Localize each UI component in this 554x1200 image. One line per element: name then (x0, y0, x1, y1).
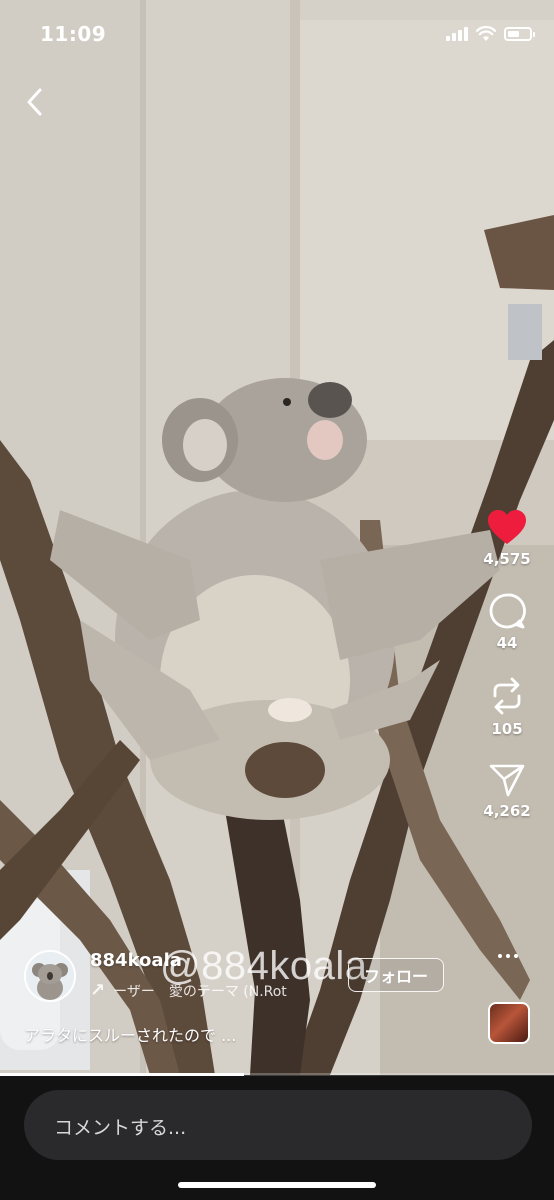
comment-button[interactable]: 44 (488, 592, 526, 652)
more-dot-icon (514, 954, 518, 958)
chevron-left-icon (27, 88, 42, 116)
comment-placeholder: コメントする... (54, 1117, 187, 1139)
status-icons (446, 24, 535, 44)
repost-icon (493, 677, 521, 715)
photo-scene (0, 0, 554, 1075)
back-button[interactable] (20, 84, 52, 120)
home-indicator (178, 1182, 376, 1188)
audio-track[interactable]: ↗ ーザー 愛のテーマ (N.Rot (90, 980, 340, 1001)
battery-level (508, 31, 519, 37)
arrow-up-right-icon: ↗ (90, 980, 106, 1001)
paper-plane-icon (489, 764, 525, 797)
status-bar: 11:09 (0, 0, 554, 64)
repost-button[interactable]: 105 (488, 676, 526, 738)
audio-thumbnail[interactable] (488, 1002, 530, 1044)
koala-photo[interactable] (0, 0, 554, 1075)
wifi-icon (476, 26, 496, 41)
comment-count: 44 (496, 634, 518, 652)
heart-icon (487, 510, 526, 544)
koala-avatar-icon (26, 952, 74, 1000)
username[interactable]: 884koala (90, 950, 182, 971)
comment-bubble-icon (489, 593, 526, 629)
status-time: 11:09 (40, 22, 107, 46)
battery-icon (504, 27, 535, 41)
comment-input[interactable]: コメントする... (24, 1090, 532, 1160)
caption[interactable]: アラタにスルーされたので ... (24, 1022, 236, 1046)
share-count: 4,262 (483, 802, 531, 820)
bottom-bar: コメントする... (0, 1076, 554, 1200)
audio-title: ーザー 愛のテーマ (N.Rot (113, 983, 287, 1000)
like-count: 4,575 (483, 550, 531, 568)
repost-count: 105 (491, 720, 523, 738)
avatar[interactable] (24, 950, 76, 1002)
action-rail: 4,575 44 105 4,262 (472, 510, 542, 820)
follow-button[interactable]: フォロー (348, 958, 444, 992)
cellular-signal-icon (446, 27, 468, 41)
like-button[interactable]: 4,575 (483, 510, 531, 568)
share-button[interactable]: 4,262 (483, 762, 531, 820)
more-dot-icon (498, 954, 502, 958)
more-dot-icon (506, 954, 510, 958)
more-options-button[interactable] (492, 944, 524, 968)
